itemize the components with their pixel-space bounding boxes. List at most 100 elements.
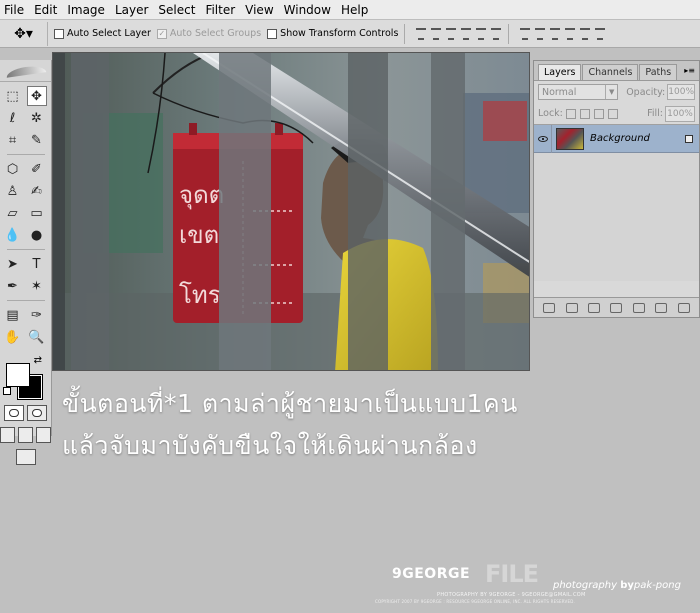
zoom-tool-icon[interactable]: 🔍 [27, 327, 47, 347]
tab-paths[interactable]: Paths [639, 64, 678, 80]
distribute-left-icon[interactable] [564, 27, 576, 41]
lock-transparent-icon[interactable] [565, 108, 576, 119]
new-group-icon[interactable] [632, 302, 645, 313]
align-left-icon[interactable] [460, 27, 472, 41]
adjustment-layer-icon[interactable] [610, 302, 623, 313]
divider [6, 249, 45, 250]
lasso-tool-icon[interactable]: ℓ [3, 108, 23, 128]
pen-tool-icon[interactable]: ✒ [3, 276, 23, 296]
auto-select-groups-checkbox[interactable]: ✓ Auto Select Groups [156, 28, 261, 39]
caption-line-1: ขั้นตอนที่*1 ตามล่าผู้ชายมาเป็นแบบ1คน [62, 389, 518, 418]
menu-window[interactable]: Window [280, 0, 337, 20]
foreground-color-swatch[interactable] [6, 363, 30, 387]
delete-layer-icon[interactable] [677, 302, 690, 313]
watermark-credit: PHOTOGRAPHY BY 9GEORGE - 9GEORGE@GMAIL.C… [437, 592, 586, 598]
auto-select-layer-label: Auto Select Layer [67, 28, 151, 39]
opacity-label: Opacity: [626, 86, 666, 98]
show-transform-controls-checkbox[interactable]: Show Transform Controls [267, 28, 398, 39]
swap-colors-icon[interactable]: ⇄ [34, 355, 42, 366]
menu-edit[interactable]: Edit [30, 0, 63, 20]
chevron-down-icon: ▼ [605, 85, 617, 99]
tab-channels[interactable]: Channels [582, 64, 639, 80]
screen-mode-full-menu-icon[interactable] [18, 427, 33, 443]
tool-preset-picker[interactable]: ✥▾ [0, 21, 48, 46]
link-layers-icon[interactable] [543, 302, 556, 313]
eyedropper-tool-icon[interactable]: ✑ [27, 305, 47, 325]
align-vcenter-icon[interactable] [430, 27, 442, 41]
align-hcenter-icon[interactable] [475, 27, 487, 41]
layers-panel: Layers Channels Paths ▸≡ Normal ▼ Opacit… [533, 60, 700, 318]
visibility-eye-icon[interactable] [534, 124, 552, 153]
blend-mode-select[interactable]: Normal ▼ [538, 84, 619, 100]
layer-row-background[interactable]: Background [534, 124, 699, 153]
screen-mode-standard-icon[interactable] [0, 427, 15, 443]
menu-layer[interactable]: Layer [111, 0, 154, 20]
distribute-hcenter-icon[interactable] [579, 27, 591, 41]
notes-tool-icon[interactable]: ▤ [3, 305, 23, 325]
separator [404, 23, 406, 44]
blur-tool-icon[interactable]: 💧 [3, 225, 23, 245]
align-bottom-icon[interactable] [445, 27, 457, 41]
lock-position-icon[interactable] [593, 108, 604, 119]
clone-stamp-tool-icon[interactable]: ♙ [3, 181, 23, 201]
distribute-right-icon[interactable] [594, 27, 606, 41]
watermark-brand: 9GEORGE [392, 566, 471, 582]
lock-image-icon[interactable] [579, 108, 590, 119]
sign-text-3: โทร [179, 281, 221, 309]
distribute-bottom-icon[interactable] [549, 27, 561, 41]
brush-tool-icon[interactable]: ✐ [27, 159, 47, 179]
panel-footer [534, 297, 699, 317]
lock-row: Lock: Fill: 100% [534, 103, 699, 125]
gradient-tool-icon[interactable]: ▭ [27, 203, 47, 223]
layer-style-icon[interactable] [565, 302, 578, 313]
watermark: FILE 9GEORGE photography bypak-pong PHOT… [375, 560, 695, 608]
marquee-tool-icon[interactable]: ⬚ [3, 86, 23, 106]
watermark-copyright: COPYRIGHT 2007 BY 9GEORGE : RESOURCE 9GE… [375, 599, 575, 604]
align-top-icon[interactable] [415, 27, 427, 41]
menu-view[interactable]: View [241, 0, 279, 20]
opacity-input[interactable]: 100% [667, 84, 695, 100]
history-brush-tool-icon[interactable]: ✍ [27, 181, 47, 201]
quick-mask-mode-icon[interactable] [27, 405, 47, 421]
lock-all-icon[interactable] [607, 108, 618, 119]
jump-to-imageready-icon[interactable] [15, 449, 36, 465]
new-layer-icon[interactable] [655, 302, 668, 313]
tab-layers[interactable]: Layers [538, 64, 582, 80]
shape-tool-icon[interactable]: ✶ [27, 276, 47, 296]
path-selection-tool-icon[interactable]: ➤ [3, 254, 23, 274]
eraser-tool-icon[interactable]: ▱ [3, 203, 23, 223]
sign-text-1: จุดต [179, 181, 224, 210]
menu-filter[interactable]: Filter [201, 0, 241, 20]
slice-tool-icon[interactable]: ✎ [27, 130, 47, 150]
default-colors-icon[interactable] [3, 387, 11, 395]
magic-wand-tool-icon[interactable]: ✲ [27, 108, 47, 128]
distribute-top-icon[interactable] [519, 27, 531, 41]
menu-bar: File Edit Image Layer Select Filter View… [0, 0, 700, 20]
crop-tool-icon[interactable]: ⌗ [3, 130, 23, 150]
panel-menu-icon[interactable]: ▸≡ [684, 62, 695, 80]
divider [6, 300, 45, 301]
distribute-vcenter-icon[interactable] [534, 27, 546, 41]
menu-help[interactable]: Help [337, 0, 374, 20]
menu-image[interactable]: Image [63, 0, 111, 20]
healing-brush-tool-icon[interactable]: ⬡ [3, 159, 23, 179]
tool-grid: ⬚ ✥ ℓ ✲ ⌗ ✎ ⬡ ✐ ♙ ✍ ▱ ▭ 💧 ● ➤ T ✒ ✶ ▤ ✑ … [0, 82, 51, 351]
photo: จุดต เขต โทร [53, 53, 529, 370]
watermark-by: by [620, 580, 634, 591]
standard-mode-icon[interactable] [4, 405, 24, 421]
fill-input[interactable]: 100% [665, 105, 695, 122]
screen-mode-full-icon[interactable] [36, 427, 51, 443]
type-tool-icon[interactable]: T [27, 254, 47, 274]
move-tool-icon[interactable]: ✥ [26, 86, 47, 106]
layer-mask-icon[interactable] [588, 302, 601, 313]
screen-mode-row [0, 427, 51, 443]
auto-select-layer-checkbox[interactable]: Auto Select Layer [54, 28, 151, 39]
fill-label: Fill: [647, 108, 663, 119]
document-canvas[interactable]: จุดต เขต โทร [52, 52, 530, 371]
menu-file[interactable]: File [0, 0, 30, 20]
feather-logo [0, 60, 51, 82]
dodge-tool-icon[interactable]: ● [27, 225, 47, 245]
hand-tool-icon[interactable]: ✋ [3, 327, 23, 347]
align-right-icon[interactable] [490, 27, 502, 41]
menu-select[interactable]: Select [154, 0, 201, 20]
